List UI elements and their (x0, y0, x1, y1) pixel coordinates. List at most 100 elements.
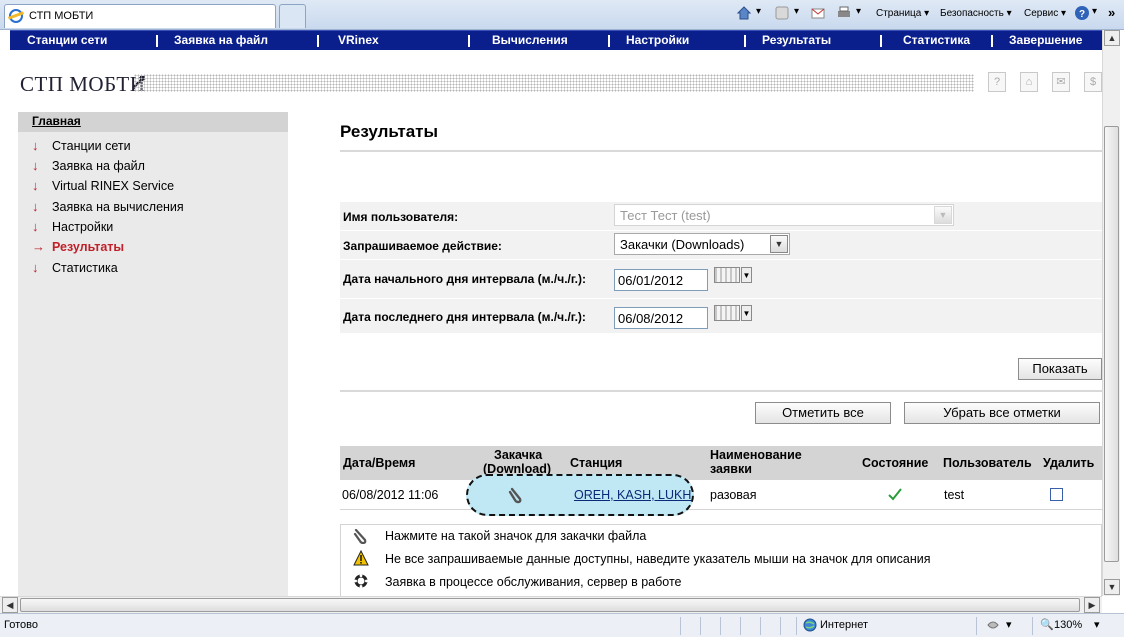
column-header-state: Состояние (862, 456, 929, 470)
status-separator (700, 617, 701, 635)
nav-item-stations[interactable]: Станции сети (27, 33, 107, 47)
user-label: Имя пользователя: (343, 210, 459, 224)
print-icon[interactable] (836, 5, 852, 21)
column-header-download: Закачка (494, 448, 543, 462)
unmark-all-button[interactable]: Убрать все отметки (904, 402, 1100, 424)
vertical-scrollbar[interactable]: ▲ ▼ (1102, 30, 1120, 596)
form-row-action: Запрашиваемое действие: Закачки (Downloa… (340, 231, 1102, 259)
start-date-calendar-button[interactable]: ▼ (714, 266, 752, 286)
scroll-left-arrow-icon[interactable]: ◀ (2, 597, 18, 613)
icon-legend: Нажмите на такой значок для закачки файл… (340, 524, 1102, 596)
end-date-calendar-button[interactable]: ▼ (714, 304, 752, 324)
scroll-right-arrow-icon[interactable]: ▶ (1084, 597, 1100, 613)
zoom-dropdown-icon[interactable]: ▾ (1094, 618, 1100, 631)
sidebar-item-label: Virtual RINEX Service (52, 179, 175, 193)
horizontal-scroll-thumb[interactable] (20, 598, 1080, 612)
main-nav: Станции сети Заявка на файл VRinex Вычис… (10, 30, 1102, 50)
help-icon[interactable]: ? (988, 72, 1006, 92)
nav-separator (880, 35, 882, 47)
delete-checkbox[interactable] (1050, 488, 1063, 501)
start-date-label: Дата начального дня интервала (м./ч./г.)… (343, 272, 586, 286)
end-date-input[interactable]: 06/08/2012 (614, 307, 708, 329)
start-date-value: 06/01/2012 (618, 273, 684, 288)
nav-item-results[interactable]: Результаты (762, 33, 831, 47)
scroll-up-arrow-icon[interactable]: ▲ (1104, 30, 1120, 46)
page-content: Станции сети Заявка на файл VRinex Вычис… (10, 30, 1102, 596)
nav-item-file-request[interactable]: Заявка на файл (174, 33, 268, 47)
nav-separator (608, 35, 610, 47)
chevron-right-icon[interactable]: » (1108, 5, 1115, 20)
nav-item-computations[interactable]: Вычисления (492, 33, 568, 47)
vertical-scroll-thumb[interactable] (1104, 126, 1119, 562)
mark-all-button[interactable]: Отметить все (755, 402, 891, 424)
dollar-glyph: $ (1089, 76, 1097, 88)
gear-icon (354, 574, 368, 588)
scroll-down-arrow-icon[interactable]: ▼ (1104, 579, 1120, 595)
mail-icon[interactable]: ✉ (1052, 72, 1070, 92)
nav-item-logout[interactable]: Завершение (1009, 33, 1082, 47)
home-dropdown-icon[interactable]: ▾ (756, 6, 761, 17)
column-header-station: Станция (570, 456, 623, 470)
table-row: 06/08/2012 11:06 разовая test (340, 480, 1102, 510)
station-link[interactable]: OREH, KASH, LUKH (574, 488, 691, 502)
globe-icon (803, 618, 817, 632)
user-select: Тест Тест (test) ▼ (614, 204, 954, 226)
sidebar-item-label: Статистика (52, 261, 118, 275)
rss-dropdown-icon[interactable]: ▾ (794, 6, 799, 17)
print-dropdown-icon[interactable]: ▾ (856, 6, 861, 17)
nav-separator (317, 35, 319, 47)
end-date-label: Дата последнего дня интервала (м./ч./г.)… (343, 310, 586, 324)
nav-separator (156, 35, 158, 47)
chevron-down-icon: ▼ (741, 267, 752, 283)
arrow-down-icon: ↓ (32, 260, 39, 275)
sidebar-item-label: Заявка на файл (52, 159, 145, 173)
action-select-value: Закачки (Downloads) (620, 237, 745, 252)
help-dropdown-icon[interactable]: ▾ (1092, 6, 1097, 17)
checkmark-icon (888, 488, 902, 501)
tools-menu[interactable]: Сервис ▾ (1024, 8, 1066, 19)
status-text: Готово (4, 619, 38, 631)
sidebar-item-label: Станции сети (52, 139, 131, 153)
protected-mode-icon[interactable] (986, 618, 1000, 632)
zoom-level[interactable]: 130% (1054, 619, 1082, 631)
status-bar: Готово Интернет ▾ 🔍 130% ▾ (0, 613, 1124, 637)
chevron-down-icon[interactable]: ▼ (770, 235, 788, 253)
mail-icon[interactable] (810, 5, 826, 21)
show-button[interactable]: Показать (1018, 358, 1102, 380)
browser-tab-title: СТП МОБТИ (29, 10, 94, 22)
page-menu[interactable]: Страница ▾ (876, 8, 929, 19)
nav-separator (744, 35, 746, 47)
home-icon[interactable]: ⌂ (1020, 72, 1038, 92)
sidebar-home-link[interactable]: Главная (32, 114, 81, 128)
help-icon[interactable]: ? (1074, 5, 1090, 21)
arrow-down-icon: ↓ (32, 199, 39, 214)
security-menu[interactable]: Безопасность ▾ (940, 8, 1012, 19)
protected-mode-dropdown-icon[interactable]: ▾ (1006, 618, 1012, 631)
paperclip-icon[interactable] (508, 486, 524, 504)
results-table-header: Дата/Время Закачка (Download) Станция На… (340, 446, 1102, 480)
browser-tab[interactable]: СТП МОБТИ (4, 4, 276, 28)
nav-item-vrinex[interactable]: VRinex (338, 33, 379, 47)
nav-separator (991, 35, 993, 47)
divider (340, 390, 1102, 392)
horizontal-scrollbar[interactable]: ◀ ▶ (0, 596, 1102, 613)
nav-item-statistics[interactable]: Статистика (903, 33, 970, 47)
sidebar-heading: Главная (18, 112, 288, 132)
rss-icon[interactable] (774, 5, 790, 21)
action-select[interactable]: Закачки (Downloads) ▼ (614, 233, 790, 255)
legend-text: Заявка в процессе обслуживания, сервер в… (385, 575, 682, 589)
start-date-input[interactable]: 06/01/2012 (614, 269, 708, 291)
calendar-icon (714, 305, 740, 321)
zoom-icon[interactable]: 🔍 (1040, 618, 1054, 631)
sidebar: Главная ↓ Станции сети ↓ Заявка на файл … (18, 112, 288, 596)
dollar-icon[interactable]: $ (1084, 72, 1102, 92)
sidebar-item-label: Результаты (52, 240, 125, 254)
nav-item-settings[interactable]: Настройки (626, 33, 689, 47)
page-menu-label: Страница (876, 8, 922, 19)
row-datetime: 06/08/2012 11:06 (342, 488, 439, 502)
arrow-down-icon: ↓ (32, 158, 39, 173)
site-logo: СТП МОБТИ (20, 72, 146, 96)
legend-text: Не все запрашиваемые данные доступны, на… (385, 552, 931, 566)
home-icon[interactable] (736, 5, 752, 21)
new-tab-button[interactable] (279, 4, 306, 28)
